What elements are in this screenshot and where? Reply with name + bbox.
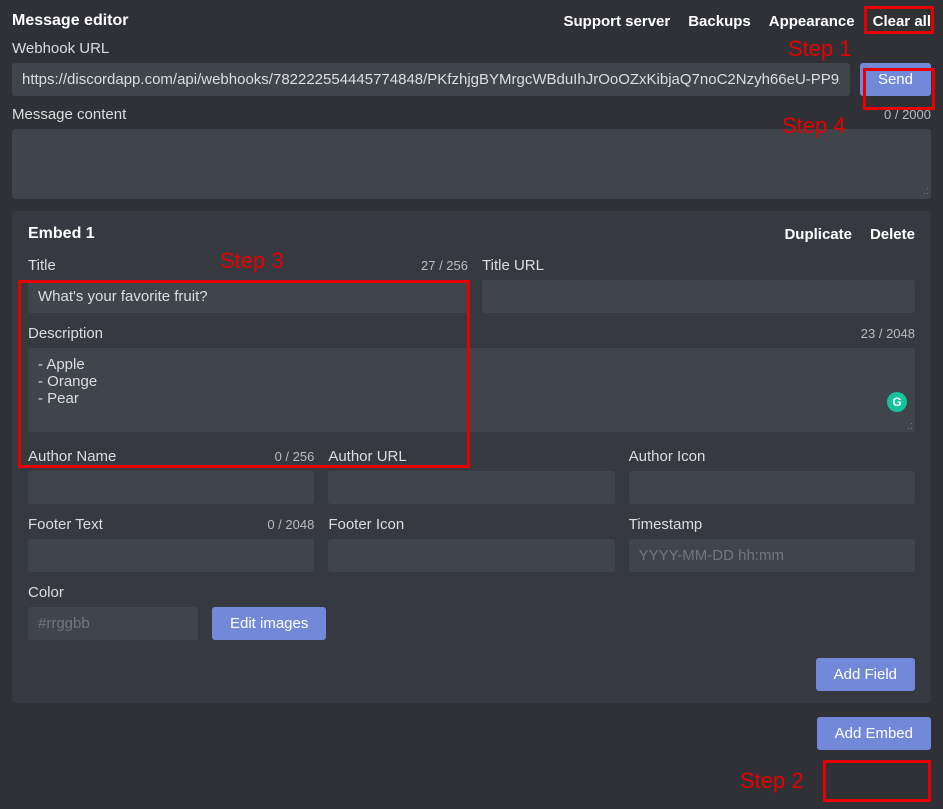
- message-content-label: Message content 0 / 2000: [12, 106, 931, 123]
- description-label: Description 23 / 2048: [28, 325, 915, 342]
- resize-handle-icon[interactable]: .:: [923, 185, 929, 197]
- clear-all-link[interactable]: Clear all: [873, 13, 931, 30]
- embed-header-title: Embed 1: [28, 225, 95, 243]
- title-url-label: Title URL: [482, 257, 915, 274]
- title-counter: 27 / 256: [421, 258, 468, 273]
- webhook-url-input[interactable]: [12, 63, 850, 96]
- author-url-label: Author URL: [328, 448, 614, 465]
- author-name-label: Author Name 0 / 256: [28, 448, 314, 465]
- support-server-link[interactable]: Support server: [564, 13, 671, 30]
- title-label: Title 27 / 256: [28, 257, 468, 274]
- footer-text-label: Footer Text 0 / 2048: [28, 516, 314, 533]
- color-input[interactable]: [28, 607, 198, 640]
- duplicate-button[interactable]: Duplicate: [784, 226, 852, 243]
- appearance-link[interactable]: Appearance: [769, 13, 855, 30]
- title-input[interactable]: [28, 280, 468, 313]
- annotation-step-2: Step 2: [740, 768, 804, 794]
- timestamp-input[interactable]: [629, 539, 915, 572]
- timestamp-label: Timestamp: [629, 516, 915, 533]
- author-name-counter: 0 / 256: [275, 449, 315, 464]
- webhook-url-label: Webhook URL: [12, 40, 931, 57]
- description-input[interactable]: [28, 348, 915, 432]
- edit-images-button[interactable]: Edit images: [212, 607, 326, 640]
- message-content-input[interactable]: .:: [12, 129, 931, 199]
- author-icon-input[interactable]: [629, 471, 915, 504]
- backups-link[interactable]: Backups: [688, 13, 751, 30]
- add-embed-button[interactable]: Add Embed: [817, 717, 931, 750]
- footer-text-counter: 0 / 2048: [267, 517, 314, 532]
- page-title: Message editor: [12, 12, 128, 30]
- add-field-button[interactable]: Add Field: [816, 658, 915, 691]
- embed-panel: Embed 1 Duplicate Delete Title 27 / 256 …: [12, 211, 931, 703]
- footer-text-input[interactable]: [28, 539, 314, 572]
- footer-icon-input[interactable]: [328, 539, 614, 572]
- description-counter: 23 / 2048: [861, 326, 915, 341]
- message-content-counter: 0 / 2000: [884, 107, 931, 122]
- send-button[interactable]: Send: [860, 63, 931, 96]
- annotation-box-add-embed: [823, 760, 931, 802]
- author-icon-label: Author Icon: [629, 448, 915, 465]
- author-url-input[interactable]: [328, 471, 614, 504]
- grammarly-icon: G: [887, 392, 907, 412]
- color-label: Color: [28, 584, 915, 601]
- delete-button[interactable]: Delete: [870, 226, 915, 243]
- author-name-input[interactable]: [28, 471, 314, 504]
- title-url-input[interactable]: [482, 280, 915, 313]
- header-nav: Support server Backups Appearance Clear …: [564, 13, 931, 30]
- resize-handle-icon[interactable]: .:: [907, 420, 913, 432]
- footer-icon-label: Footer Icon: [328, 516, 614, 533]
